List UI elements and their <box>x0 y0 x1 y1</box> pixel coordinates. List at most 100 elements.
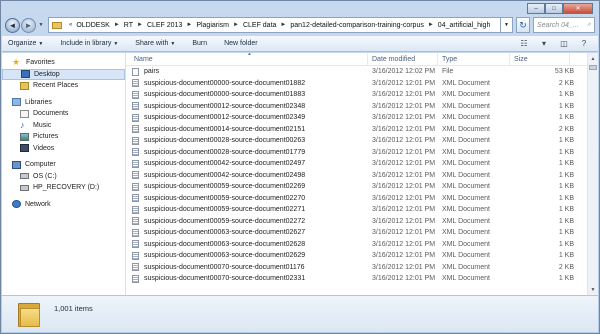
breadcrumb-clef-data[interactable]: CLEF data <box>243 22 276 29</box>
column-header-date-modified[interactable]: Date modified <box>368 53 438 66</box>
file-list[interactable]: ▲ Name Date modified Type Size pairs 3/16… <box>126 53 598 295</box>
computer-icon <box>12 160 21 169</box>
burn-button[interactable]: Burn <box>192 40 207 47</box>
vertical-scrollbar[interactable]: ▲ ▼ <box>587 53 598 295</box>
file-size: 1 KB <box>558 206 574 214</box>
address-bar[interactable]: « OLDDESK ► RT ► CLEF 2013 ► Plagiarism … <box>48 17 501 33</box>
xml-file-icon <box>132 113 139 122</box>
sidebar-item-music[interactable]: ♪ Music <box>2 120 125 132</box>
breadcrumb-olddesk[interactable]: OLDDESK <box>76 22 109 29</box>
file-name-text: pairs <box>144 68 160 76</box>
column-header-size[interactable]: Size <box>510 53 570 66</box>
file-row[interactable]: suspicious-document00070-source-document… <box>126 273 598 285</box>
file-row[interactable]: suspicious-document00063-source-document… <box>126 227 598 239</box>
file-row[interactable]: suspicious-document00059-source-document… <box>126 216 598 228</box>
xml-file-icon <box>132 228 139 237</box>
minimize-button[interactable]: – <box>527 3 545 14</box>
recent-pages-dropdown[interactable]: ▼ <box>37 22 45 28</box>
include-in-library-button[interactable]: Include in library ▼ <box>60 40 118 47</box>
file-row[interactable]: suspicious-document00059-source-document… <box>126 204 598 216</box>
xml-file-icon <box>132 240 139 249</box>
address-dropdown[interactable]: ▼ <box>501 17 513 33</box>
scroll-down-arrow[interactable]: ▼ <box>588 284 598 295</box>
file-date-modified: 3/16/2012 12:01 PM <box>372 263 436 271</box>
breadcrumb-separator[interactable]: ► <box>233 22 239 28</box>
sidebar-item-computer[interactable]: Computer <box>2 159 125 171</box>
file-date-modified: 3/16/2012 12:01 PM <box>372 252 436 260</box>
back-button[interactable]: ◄ <box>5 17 20 33</box>
share-with-button[interactable]: Share with ▼ <box>135 40 175 47</box>
file-row[interactable]: suspicious-document00042-source-document… <box>126 158 598 170</box>
file-row[interactable]: suspicious-document00012-source-document… <box>126 112 598 124</box>
search-icon[interactable]: ⌕ <box>587 21 591 29</box>
navigation-pane[interactable]: ★ Favorites Desktop Recent Places Librari… <box>2 53 126 295</box>
file-date-modified: 3/16/2012 12:01 PM <box>372 217 436 225</box>
file-type: XML Document <box>442 263 490 271</box>
close-button[interactable]: ✕ <box>563 3 593 14</box>
file-row[interactable]: suspicious-document00014-source-document… <box>126 124 598 136</box>
view-dropdown-icon[interactable]: ▾ <box>536 38 552 49</box>
breadcrumb-plagiarism[interactable]: Plagiarism <box>196 22 229 29</box>
sidebar-item-recent-places[interactable]: Recent Places <box>2 80 125 92</box>
preview-pane-icon[interactable]: ◫ <box>556 38 572 49</box>
sidebar-item-desktop[interactable]: Desktop <box>2 68 125 80</box>
file-date-modified: 3/16/2012 12:02 PM <box>372 68 436 76</box>
file-date-modified: 3/16/2012 12:01 PM <box>372 125 436 133</box>
scroll-up-arrow[interactable]: ▲ <box>588 53 598 64</box>
file-date-modified: 3/16/2012 12:01 PM <box>372 206 436 214</box>
file-row[interactable]: suspicious-document00063-source-document… <box>126 250 598 262</box>
sidebar-item-recovery-drive[interactable]: HP_RECOVERY (D:) <box>2 182 125 194</box>
file-date-modified: 3/16/2012 12:01 PM <box>372 240 436 248</box>
xml-file-icon <box>132 148 139 157</box>
address-overflow-chevron[interactable]: « <box>69 22 72 28</box>
breadcrumb-rt[interactable]: RT <box>124 22 133 29</box>
sidebar-item-os-drive[interactable]: OS (C:) <box>2 171 125 183</box>
search-input[interactable]: Search 04_... ⌕ <box>533 17 595 33</box>
file-name-text: suspicious-document00059-source-document… <box>144 217 306 225</box>
scroll-thumb[interactable] <box>589 65 597 70</box>
file-row[interactable]: suspicious-document00059-source-document… <box>126 181 598 193</box>
sidebar-item-videos[interactable]: Videos <box>2 143 125 155</box>
file-row[interactable]: suspicious-document00070-source-document… <box>126 262 598 274</box>
breadcrumb-clef-2013[interactable]: CLEF 2013 <box>147 22 182 29</box>
sidebar-item-network[interactable]: Network <box>2 199 125 211</box>
file-row[interactable]: suspicious-document00000-source-document… <box>126 78 598 90</box>
file-row[interactable]: pairs 3/16/2012 12:02 PM File 53 KB <box>126 66 598 78</box>
help-icon[interactable]: ? <box>576 38 592 49</box>
star-icon: ★ <box>12 57 21 68</box>
chevron-down-icon: ▼ <box>170 41 176 47</box>
file-row[interactable]: suspicious-document00028-source-document… <box>126 135 598 147</box>
breadcrumb-artificial-high[interactable]: 04_artificial_high <box>438 22 491 29</box>
file-type: XML Document <box>442 102 490 110</box>
file-row[interactable]: suspicious-document00012-source-document… <box>126 101 598 113</box>
file-type: XML Document <box>442 91 490 99</box>
file-size: 1 KB <box>558 229 574 237</box>
sidebar-item-documents[interactable]: Documents <box>2 108 125 120</box>
breadcrumb-separator[interactable]: ► <box>280 22 286 28</box>
organize-button[interactable]: Organize ▼ <box>8 40 43 47</box>
file-row[interactable]: suspicious-document00042-source-document… <box>126 170 598 182</box>
new-folder-button[interactable]: New folder <box>224 40 257 47</box>
xml-file-icon <box>132 102 139 111</box>
file-rows: pairs 3/16/2012 12:02 PM File 53 KB suspicio… <box>126 66 598 285</box>
file-row[interactable]: suspicious-document00028-source-document… <box>126 147 598 159</box>
breadcrumb-pan12-corpus[interactable]: pan12-detailed-comparison-training-corpu… <box>290 22 423 29</box>
file-row[interactable]: suspicious-document00063-source-document… <box>126 239 598 251</box>
refresh-icon[interactable]: ↻ <box>516 17 530 33</box>
maximize-button[interactable]: □ <box>545 3 563 14</box>
breadcrumb-separator[interactable]: ► <box>428 22 434 28</box>
breadcrumb-separator[interactable]: ► <box>186 22 192 28</box>
file-row[interactable]: suspicious-document00000-source-document… <box>126 89 598 101</box>
file-row[interactable]: suspicious-document00059-source-document… <box>126 193 598 205</box>
sidebar-item-pictures[interactable]: Pictures <box>2 131 125 143</box>
file-name: suspicious-document00059-source-document… <box>126 194 368 203</box>
breadcrumb-separator[interactable]: ► <box>114 22 120 28</box>
file-name-text: suspicious-document00070-source-document… <box>144 275 306 283</box>
sidebar-item-libraries[interactable]: Libraries <box>2 97 125 109</box>
view-options-icon[interactable]: ☷ <box>516 38 532 49</box>
file-name: suspicious-document00063-source-document… <box>126 240 368 249</box>
breadcrumb-separator[interactable]: ► <box>137 22 143 28</box>
column-header-type[interactable]: Type <box>438 53 510 66</box>
forward-button[interactable]: ► <box>21 17 36 33</box>
sidebar-item-favorites[interactable]: ★ Favorites <box>2 57 125 69</box>
